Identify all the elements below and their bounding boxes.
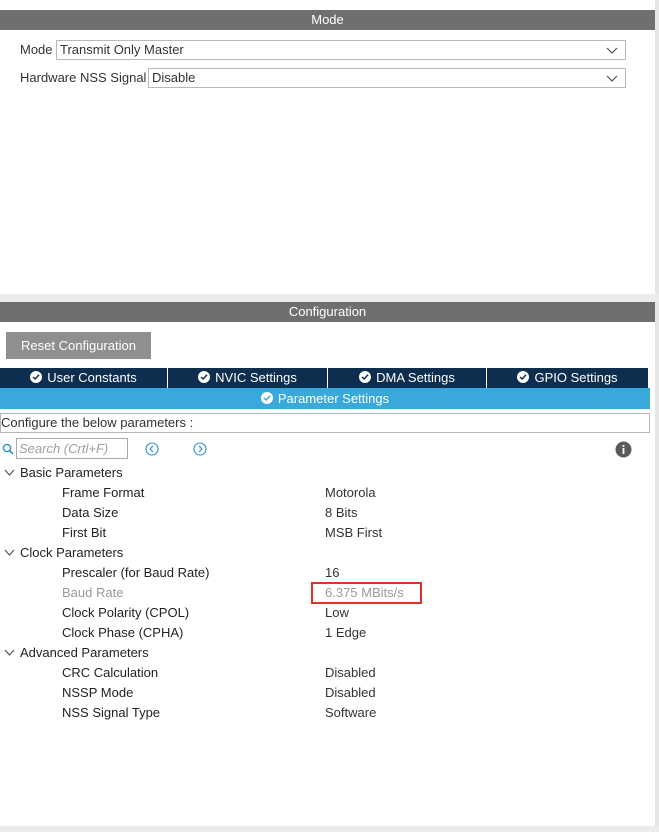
param-name: First Bit xyxy=(62,525,107,540)
collapse-chevron-icon[interactable] xyxy=(4,648,15,658)
hardware-nss-select-value: Disable xyxy=(152,70,196,85)
tab-label: DMA Settings xyxy=(376,370,455,385)
tab-gpio-settings[interactable]: GPIO Settings xyxy=(487,368,648,388)
param-row[interactable]: NSSP Mode Disabled xyxy=(0,683,650,703)
group-advanced-parameters[interactable]: Advanced Parameters xyxy=(0,643,650,663)
param-row[interactable]: Clock Phase (CPHA) 1 Edge xyxy=(0,623,650,643)
group-basic-parameters[interactable]: Basic Parameters xyxy=(0,463,650,483)
tab-label: Parameter Settings xyxy=(277,391,390,406)
info-icon[interactable] xyxy=(615,441,632,458)
configure-instructions: Configure the below parameters : xyxy=(0,413,650,433)
configure-text: Configure the below parameters : xyxy=(1,415,194,430)
param-value: 8 Bits xyxy=(325,505,358,520)
param-row[interactable]: Clock Polarity (CPOL) Low xyxy=(0,603,650,623)
group-clock-parameters[interactable]: Clock Parameters xyxy=(0,543,650,563)
collapse-chevron-icon[interactable] xyxy=(4,548,15,558)
check-circle-icon xyxy=(260,392,273,404)
mode-select-value: Transmit Only Master xyxy=(60,42,184,57)
param-name: NSS Signal Type xyxy=(62,705,161,720)
check-circle-icon xyxy=(30,371,43,383)
param-value: Disabled xyxy=(325,665,376,680)
hardware-nss-label: Hardware NSS Signal xyxy=(20,70,147,85)
baud-rate-highlight xyxy=(311,582,422,604)
param-row[interactable]: First Bit MSB First xyxy=(0,523,650,543)
mode-header: Mode xyxy=(0,10,655,30)
tab-dma-settings[interactable]: DMA Settings xyxy=(328,368,487,388)
window-edge xyxy=(655,0,659,832)
param-value: MSB First xyxy=(325,525,383,540)
param-name: Baud Rate xyxy=(62,585,124,600)
param-value: 16 xyxy=(325,565,340,580)
param-row[interactable]: Data Size 8 Bits xyxy=(0,503,650,523)
reset-configuration-button[interactable]: Reset Configuration xyxy=(6,332,151,359)
tab-label: GPIO Settings xyxy=(534,370,618,385)
param-row[interactable]: NSS Signal Type Software xyxy=(0,703,650,723)
arrow-left-circle-icon[interactable] xyxy=(145,442,159,456)
hardware-nss-select[interactable]: Disable xyxy=(148,68,626,88)
tab-nvic-settings[interactable]: NVIC Settings xyxy=(168,368,328,388)
param-name: Frame Format xyxy=(62,485,145,500)
param-name: NSSP Mode xyxy=(62,685,134,700)
param-row[interactable]: Frame Format Motorola xyxy=(0,483,650,503)
group-title: Advanced Parameters xyxy=(20,645,149,660)
collapse-chevron-icon[interactable] xyxy=(4,468,15,478)
param-row[interactable]: Prescaler (for Baud Rate) 16 xyxy=(0,563,650,583)
search-input[interactable] xyxy=(16,438,128,459)
param-value: Disabled xyxy=(325,685,376,700)
param-row[interactable]: CRC Calculation Disabled xyxy=(0,663,650,683)
param-value: Software xyxy=(325,705,377,720)
search-icon xyxy=(2,443,14,455)
param-value: Low xyxy=(325,605,349,620)
bottom-divider xyxy=(0,826,659,832)
tab-label: NVIC Settings xyxy=(215,370,297,385)
tab-user-constants[interactable]: User Constants xyxy=(0,368,168,388)
param-value: Motorola xyxy=(325,485,376,500)
chevron-down-icon xyxy=(606,75,618,82)
check-circle-icon xyxy=(517,371,530,383)
section-divider[interactable] xyxy=(0,294,659,302)
mode-select[interactable]: Transmit Only Master xyxy=(56,40,626,60)
group-title: Clock Parameters xyxy=(20,545,124,560)
param-value: 1 Edge xyxy=(325,625,367,640)
param-name: Data Size xyxy=(62,505,119,520)
param-name: Clock Phase (CPHA) xyxy=(62,625,184,640)
check-circle-icon xyxy=(198,371,211,383)
param-name: Clock Polarity (CPOL) xyxy=(62,605,190,620)
chevron-down-icon xyxy=(606,47,618,54)
check-circle-icon xyxy=(359,371,372,383)
param-name: CRC Calculation xyxy=(62,665,159,680)
tab-label: User Constants xyxy=(47,370,137,385)
param-name: Prescaler (for Baud Rate) xyxy=(62,565,210,580)
configuration-header: Configuration xyxy=(0,302,655,322)
group-title: Basic Parameters xyxy=(20,465,123,480)
tab-parameter-settings[interactable]: Parameter Settings xyxy=(0,388,650,409)
mode-label: Mode xyxy=(20,42,53,57)
arrow-right-circle-icon[interactable] xyxy=(193,442,207,456)
